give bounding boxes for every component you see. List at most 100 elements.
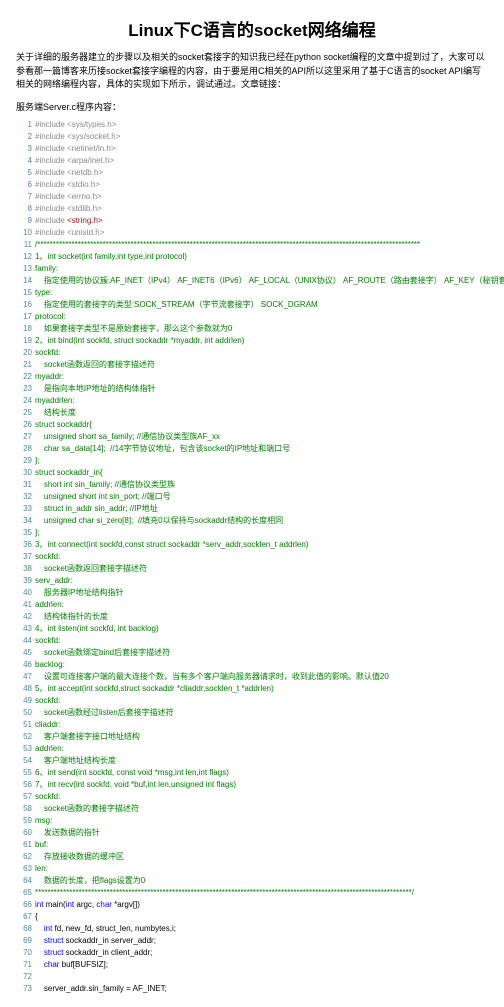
code-line: 13family: [16,263,488,275]
line-number: 71 [16,959,35,971]
code-content: socket函数返回套接字描述符 [35,563,147,575]
line-number: 7 [16,191,35,203]
code-content: 客户端地址结构长度 [35,755,116,767]
line-number: 59 [16,815,35,827]
line-number: 67 [16,911,35,923]
code-content: 数据的长度，把flags设置为0 [35,875,145,887]
line-number: 32 [16,491,35,503]
code-content: #include <sys/socket.h> [35,131,120,143]
line-number: 5 [16,167,35,179]
code-content: 指定使用的协议簇:AF_INET（IPv4） AF_INET6（IPv6） AF… [35,275,504,287]
line-number: 46 [16,659,35,671]
code-content: 客户端套接字接口地址结构 [35,731,140,743]
code-content: #include <netdb.h> [35,167,103,179]
code-line: 66int main(int argc, char *argv[]) [16,899,488,911]
code-line: 30struct sockaddr_in{ [16,467,488,479]
code-content: sockfd: [35,635,60,647]
line-number: 37 [16,551,35,563]
line-number: 43 [16,623,35,635]
code-line: 8#include <stdlib.h> [16,203,488,215]
code-line: 73 server_addr.sin_family = AF_INET; [16,983,488,995]
line-number: 64 [16,875,35,887]
code-content: sockfd: [35,791,60,803]
code-line: 42 结构体指针的长度 [16,611,488,623]
code-content: 4、int listen(int sockfd, int backlog) [35,623,159,635]
code-content: struct sockaddr{ [35,419,92,431]
code-content: sockfd: [35,695,60,707]
line-number: 39 [16,575,35,587]
line-number: 58 [16,803,35,815]
line-number: 73 [16,983,35,995]
code-line: 4#include <arpa/inet.h> [16,155,488,167]
code-line: 41addrlen: [16,599,488,611]
line-number: 31 [16,479,35,491]
code-content: addrlen: [35,599,64,611]
code-line: 63len: [16,863,488,875]
code-content: backlog: [35,659,65,671]
code-line: 60 发送数据的指针 [16,827,488,839]
line-number: 52 [16,731,35,743]
code-line: 70 struct sockaddr_in client_addr; [16,947,488,959]
code-line: 61buf: [16,839,488,851]
line-number: 38 [16,563,35,575]
code-content: }; [35,527,40,539]
code-line: 16 指定使用的套接字的类型:SOCK_STREAM（字节流套接字） SOCK_… [16,299,488,311]
code-content: struct in_addr sin_addr; //IP地址 [35,503,158,515]
line-number: 33 [16,503,35,515]
line-number: 21 [16,359,35,371]
code-line: 22myaddr: [16,371,488,383]
line-number: 70 [16,947,35,959]
line-number: 63 [16,863,35,875]
line-number: 19 [16,335,35,347]
code-content: myaddr: [35,371,64,383]
line-number: 56 [16,779,35,791]
code-line: 192、int bind(int sockfd, struct sockaddr… [16,335,488,347]
code-content: family: [35,263,58,275]
code-content: struct sockaddr_in server_addr; [35,935,156,947]
line-number: 41 [16,599,35,611]
code-line: 37sockfd: [16,551,488,563]
code-line: 59msg: [16,815,488,827]
code-content: 1、int socket(int family,int type,int pro… [35,251,187,263]
line-number: 26 [16,419,35,431]
code-line: 40 服务器IP地址结构指针 [16,587,488,599]
code-line: 485、int accept(int sockfd,struct sockadd… [16,683,488,695]
code-content: sockfd: [35,551,60,563]
code-content: 结构体指针的长度 [35,611,108,623]
code-content: server_addr.sin_family = AF_INET; [35,983,167,995]
line-number: 24 [16,395,35,407]
code-line: 20sockfd: [16,347,488,359]
line-number: 30 [16,467,35,479]
code-line: 32 unsigned short int sin_port; //端口号 [16,491,488,503]
code-line: 33 struct in_addr sin_addr; //IP地址 [16,503,488,515]
code-content: addrlen: [35,743,64,755]
code-line: 25 结构长度 [16,407,488,419]
code-content: struct sockaddr_in client_addr; [35,947,152,959]
code-content: struct sockaddr_in{ [35,467,103,479]
line-number: 25 [16,407,35,419]
code-line: 21 socket函数返回的套接字描述符 [16,359,488,371]
line-number: 15 [16,287,35,299]
line-number: 62 [16,851,35,863]
code-line: 567、int recv(int sockfd, void *buf,int l… [16,779,488,791]
code-line: 14 指定使用的协议簇:AF_INET（IPv4） AF_INET6（IPv6）… [16,275,488,287]
code-line: 45 socket函数绑定bind后套接字描述符 [16,647,488,659]
line-number: 28 [16,443,35,455]
line-number: 10 [16,227,35,239]
code-content: #include <sys/types.h> [35,119,116,131]
code-content: unsigned short sa_family; //通信协议类型族AF_xx [35,431,220,443]
code-content: myaddrlen: [35,395,75,407]
code-line: 53addrlen: [16,743,488,755]
code-content: 5、int accept(int sockfd,struct sockaddr … [35,683,274,695]
code-line: 556、int send(int sockfd, const void *msg… [16,767,488,779]
code-line: 64 数据的长度，把flags设置为0 [16,875,488,887]
code-content: #include <string.h> [35,215,103,227]
code-content: 是指向本地IP地址的结构体指针 [35,383,155,395]
code-content: 结构长度 [35,407,76,419]
code-content: sockfd: [35,347,60,359]
line-number: 27 [16,431,35,443]
code-content: 6、int send(int sockfd, const void *msg,i… [35,767,229,779]
code-content: #include <netinet/in.h> [35,143,116,155]
line-number: 45 [16,647,35,659]
code-line: 58 socket函数的套接字描述符 [16,803,488,815]
